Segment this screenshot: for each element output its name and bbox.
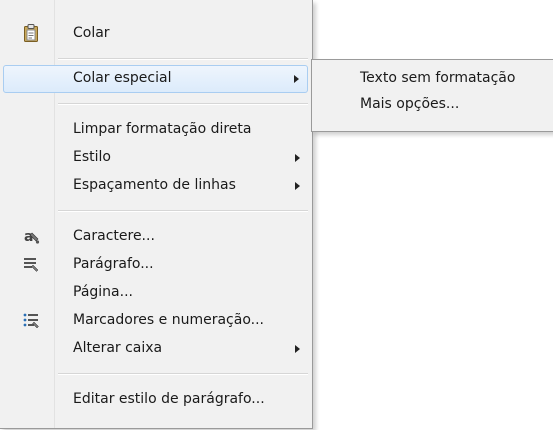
menu-item-paste[interactable]: Colar	[3, 20, 308, 48]
menu-separator	[58, 210, 308, 212]
character-icon: a	[24, 229, 40, 245]
menu-item-clear-direct-formatting[interactable]: Limpar formatação direta	[3, 116, 308, 144]
menu-separator	[58, 373, 308, 375]
menu-item-label: Limpar formatação direta	[73, 121, 252, 137]
menu-item-style[interactable]: Estilo	[3, 144, 308, 172]
menu-item-character[interactable]: a Caractere...	[3, 223, 308, 251]
menu-item-page[interactable]: Página...	[3, 279, 308, 307]
menu-item-label: Marcadores e numeração...	[73, 312, 264, 328]
submenu-arrow-icon	[294, 75, 299, 83]
context-menu: Colar Colar especial Limpar formatação d…	[0, 0, 313, 429]
menu-item-bullets-numbering[interactable]: Marcadores e numeração...	[3, 307, 308, 335]
paragraph-icon	[24, 258, 39, 272]
menu-separator	[58, 103, 308, 105]
menu-item-label: Caractere...	[73, 228, 155, 244]
menu-item-label: Colar especial	[73, 70, 172, 86]
clipboard-icon	[24, 24, 38, 42]
menu-item-line-spacing[interactable]: Espaçamento de linhas	[3, 172, 308, 200]
menu-item-edit-paragraph-style[interactable]: Editar estilo de parágrafo...	[3, 386, 308, 414]
menu-item-change-case[interactable]: Alterar caixa	[3, 335, 308, 363]
menu-item-label: Página...	[73, 284, 133, 300]
submenu-item-more-options[interactable]: Mais opções...	[360, 96, 459, 112]
menu-item-label: Parágrafo...	[73, 256, 154, 272]
menu-item-label: Estilo	[73, 149, 111, 165]
menu-item-label: Editar estilo de parágrafo...	[73, 391, 265, 407]
menu-item-label: Alterar caixa	[73, 340, 163, 356]
paste-special-submenu: Texto sem formatação Mais opções...	[311, 59, 553, 132]
bullets-numbering-icon	[23, 313, 39, 329]
submenu-arrow-icon	[295, 182, 300, 190]
submenu-item-unformatted-text[interactable]: Texto sem formatação	[360, 70, 515, 86]
menu-item-label: Colar	[73, 25, 110, 41]
submenu-arrow-icon	[295, 154, 300, 162]
menu-item-paragraph[interactable]: Parágrafo...	[3, 251, 308, 279]
menu-separator	[58, 58, 308, 60]
menu-item-label: Espaçamento de linhas	[73, 177, 236, 193]
menu-item-paste-special[interactable]: Colar especial	[3, 65, 308, 93]
submenu-arrow-icon	[295, 345, 300, 353]
